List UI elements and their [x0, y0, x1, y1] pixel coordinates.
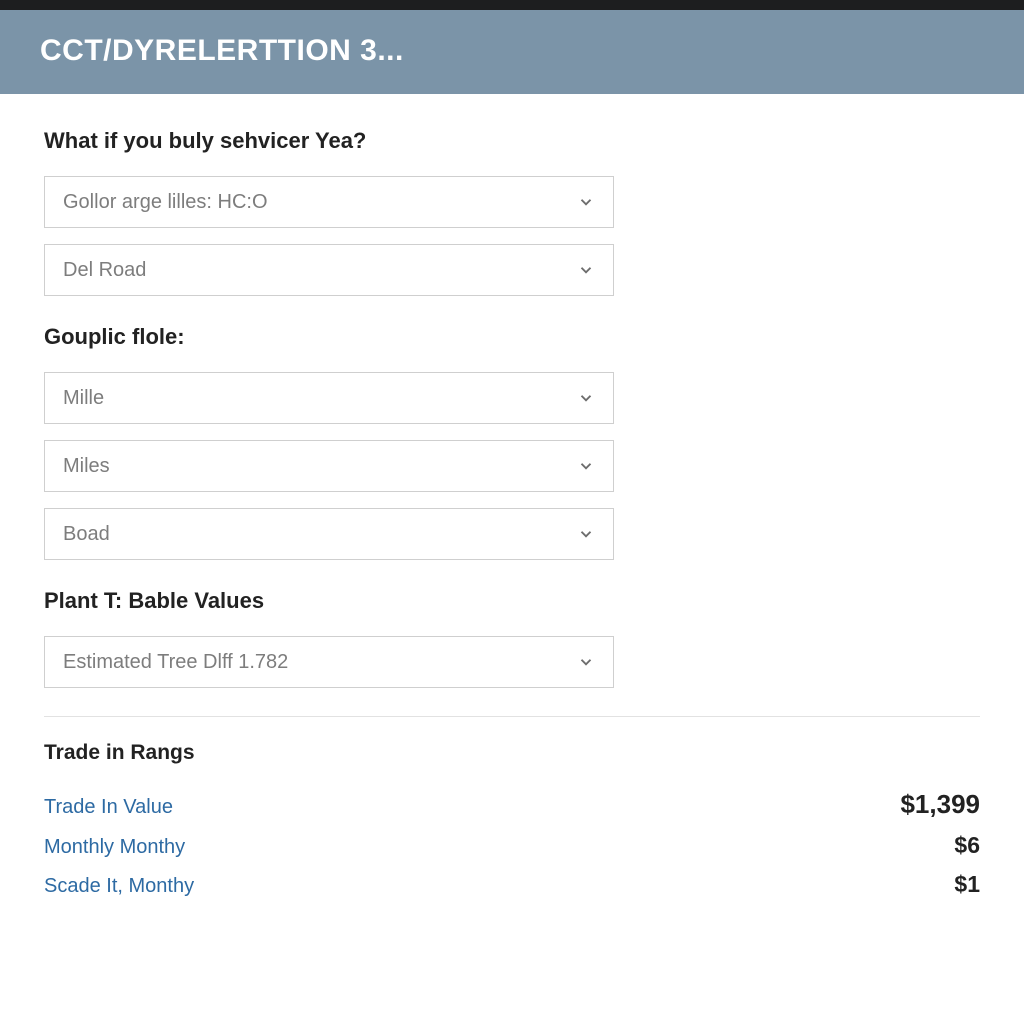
select-value: Gollor arge lilles: HC:O	[63, 191, 268, 214]
result-label-link[interactable]: Scade It, Monthy	[44, 875, 194, 898]
window-top-strip	[0, 0, 1024, 10]
select-flole-1[interactable]: Mille	[44, 372, 614, 424]
select-servicer-2[interactable]: Del Road	[44, 244, 614, 296]
page-header: CCT/DYRELERTTION 3...	[0, 10, 1024, 94]
section-divider	[44, 716, 980, 717]
select-flole-3[interactable]: Boad	[44, 508, 614, 560]
result-row-monthly: Monthly Monthy $6	[44, 826, 980, 865]
result-label-link[interactable]: Monthly Monthy	[44, 836, 185, 859]
question-3-group: Estimated Tree Dlff 1.782	[44, 636, 614, 688]
select-value: Estimated Tree Dlff 1.782	[63, 651, 288, 674]
select-servicer-1[interactable]: Gollor arge lilles: HC:O	[44, 176, 614, 228]
chevron-down-icon	[577, 653, 595, 671]
question-3-label: Plant T: Bable Values	[44, 588, 980, 614]
select-bable-values[interactable]: Estimated Tree Dlff 1.782	[44, 636, 614, 688]
chevron-down-icon	[577, 193, 595, 211]
chevron-down-icon	[577, 525, 595, 543]
chevron-down-icon	[577, 389, 595, 407]
chevron-down-icon	[577, 457, 595, 475]
question-2-group: Mille Miles Boad	[44, 372, 614, 560]
page-title: CCT/DYRELERTTION 3...	[40, 34, 984, 68]
question-2-label: Gouplic flole:	[44, 324, 980, 350]
question-1-group: Gollor arge lilles: HC:O Del Road	[44, 176, 614, 296]
result-value: $6	[954, 832, 980, 859]
results-title: Trade in Rangs	[44, 741, 980, 765]
select-value: Mille	[63, 387, 104, 410]
result-label-link[interactable]: Trade In Value	[44, 796, 173, 819]
result-value: $1	[954, 871, 980, 898]
select-value: Boad	[63, 523, 110, 546]
result-row-trade-in-value: Trade In Value $1,399	[44, 783, 980, 826]
select-flole-2[interactable]: Miles	[44, 440, 614, 492]
form-content: What if you buly sehvicer Yea? Gollor ar…	[0, 94, 1024, 904]
question-1-label: What if you buly sehvicer Yea?	[44, 128, 980, 154]
chevron-down-icon	[577, 261, 595, 279]
select-value: Del Road	[63, 259, 146, 282]
result-value: $1,399	[900, 789, 980, 820]
select-value: Miles	[63, 455, 110, 478]
result-row-scade: Scade It, Monthy $1	[44, 865, 980, 904]
